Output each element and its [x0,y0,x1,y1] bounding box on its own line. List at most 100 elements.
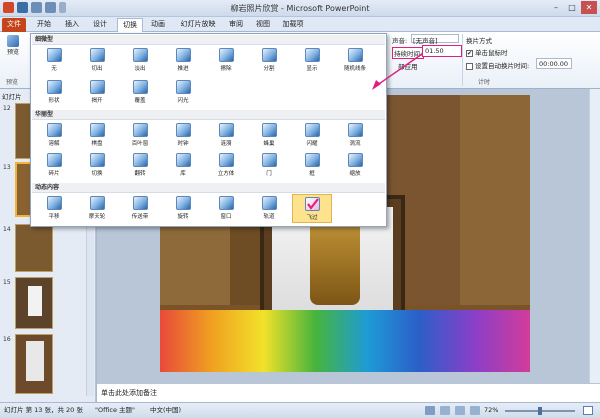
transition-wipe[interactable]: 擦除 [206,46,246,75]
tile-label: 摩天轮 [88,214,106,220]
transition-split[interactable]: 分割 [249,46,289,75]
tile-label: 擦除 [220,66,232,72]
tile-label: 翻转 [134,171,146,177]
sound-label: 声音: [392,37,408,45]
transition-rotate[interactable]: 旋转 [163,194,203,223]
transition-ferris-wheel-icon [89,196,105,210]
slide-sorter-icon[interactable] [440,406,450,415]
tab-transitions[interactable]: 切换 [117,18,143,32]
transition-fly-through-icon [304,197,320,211]
checkmark-icon [306,198,319,210]
transition-fade[interactable]: 淡出 [120,46,160,75]
theme-name: "Office 主题" [95,406,136,414]
tile-label: 切出 [91,66,103,72]
tab-addins[interactable]: 加载项 [279,18,307,32]
section-dynamic-content: 动态内容 [32,183,385,193]
transition-wipe-icon [218,48,234,62]
language-indicator[interactable]: 中文(中国) [150,403,181,418]
transition-uncover[interactable]: 揭开 [77,78,117,107]
transition-shred[interactable]: 碎片 [34,151,74,180]
transition-flash[interactable]: 闪光 [163,78,203,107]
tile-label: 碎片 [48,171,60,177]
tile-label: 涟漪 [220,141,232,147]
transition-dissolve[interactable]: 溶解 [34,121,74,150]
close-button[interactable]: ✕ [581,1,597,14]
fit-slide-icon[interactable] [583,406,593,415]
tile-label: 缩放 [349,171,361,177]
transition-conveyor[interactable]: 传送带 [120,194,160,223]
preview-icon [7,35,19,47]
tab-review[interactable]: 审阅 [224,18,248,32]
transition-dissolve-icon [46,123,62,137]
transition-checkerboard-icon [89,123,105,137]
transition-none-icon [46,48,62,62]
transition-push[interactable]: 推进 [163,46,203,75]
transition-switch[interactable]: 切换 [77,151,117,180]
maximize-button[interactable]: □ [564,1,580,14]
transition-gallery-effect[interactable]: 库 [163,151,203,180]
reading-view-icon[interactable] [455,406,465,415]
slideshow-icon[interactable] [470,406,480,415]
transition-vortex[interactable]: 涡流 [335,121,375,150]
group-divider [462,34,463,86]
transition-flip-icon [132,153,148,167]
normal-view-icon[interactable] [425,406,435,415]
auto-advance-checkbox[interactable] [466,62,473,70]
transition-fade-icon [132,48,148,62]
transition-box[interactable]: 框 [292,151,332,180]
tile-label: 轨道 [263,214,275,220]
slide-number: 12 [3,105,11,112]
transition-ferris-wheel[interactable]: 摩天轮 [77,194,117,223]
transition-reveal[interactable]: 显示 [292,46,332,75]
transition-none[interactable]: 无 [34,46,74,75]
tab-insert[interactable]: 插入 [60,18,84,32]
transition-blinds[interactable]: 百叶窗 [120,121,160,150]
tile-label: 无 [51,66,57,72]
transition-honeycomb[interactable]: 蜂巢 [249,121,289,150]
slide-number: 14 [3,226,11,233]
transition-random-bars[interactable]: 随机线条 [335,46,375,75]
transition-pan[interactable]: 平移 [34,194,74,223]
transition-shape[interactable]: 形状 [34,78,74,107]
transition-cube[interactable]: 立方体 [206,151,246,180]
transition-window[interactable]: 窗口 [206,194,246,223]
transition-fly-through[interactable]: 飞过 [292,194,332,223]
transition-checkerboard[interactable]: 棋盘 [77,121,117,150]
tab-slideshow[interactable]: 幻灯片放映 [175,18,221,32]
tab-view[interactable]: 视图 [251,18,275,32]
on-click-checkbox[interactable]: ✔ [466,49,473,57]
tab-design[interactable]: 设计 [88,18,112,32]
tile-label: 窗口 [220,214,232,220]
slide-thumbnail-15[interactable] [15,277,53,329]
transition-doors[interactable]: 门 [249,151,289,180]
minimize-button[interactable]: – [548,1,564,14]
tile-label: 涡流 [349,141,361,147]
notes-pane[interactable]: 单击此处添加备注 [97,383,600,402]
transition-clock[interactable]: 时钟 [163,121,203,150]
zoom-slider-thumb[interactable] [538,407,542,415]
transition-ripple[interactable]: 涟漪 [206,121,246,150]
sound-select[interactable]: [无声音] [411,34,459,45]
transition-orbit[interactable]: 轨道 [249,194,289,223]
transition-glitter[interactable]: 闪耀 [292,121,332,150]
tab-animations[interactable]: 动画 [146,18,170,32]
on-click-label: 单击鼠标时 [475,49,508,57]
thumbnail-photo [26,341,44,381]
on-mouse-click-option[interactable]: ✔ 单击鼠标时 [466,47,508,57]
transition-cover[interactable]: 覆盖 [120,78,160,107]
transition-glitter-icon [304,123,320,137]
tile-label: 蜂巢 [263,141,275,147]
transition-zoom[interactable]: 缩放 [335,151,375,180]
slide-thumbnail-16[interactable] [15,334,53,394]
preview-button[interactable]: 预览 [3,35,23,65]
transition-cut[interactable]: 切出 [77,46,117,75]
tile-label: 覆盖 [134,98,146,104]
transition-flip[interactable]: 翻转 [120,151,160,180]
auto-advance-input[interactable]: 00:00.00 [536,58,572,69]
editor-scrollbar[interactable] [589,89,600,383]
auto-advance-option[interactable]: 设置自动换片时间: [466,60,529,70]
slide-thumbnail-14[interactable] [15,224,53,272]
tab-home[interactable]: 开始 [32,18,56,32]
tab-file[interactable]: 文件 [2,18,26,32]
zoom-level[interactable]: 72% [484,403,498,418]
